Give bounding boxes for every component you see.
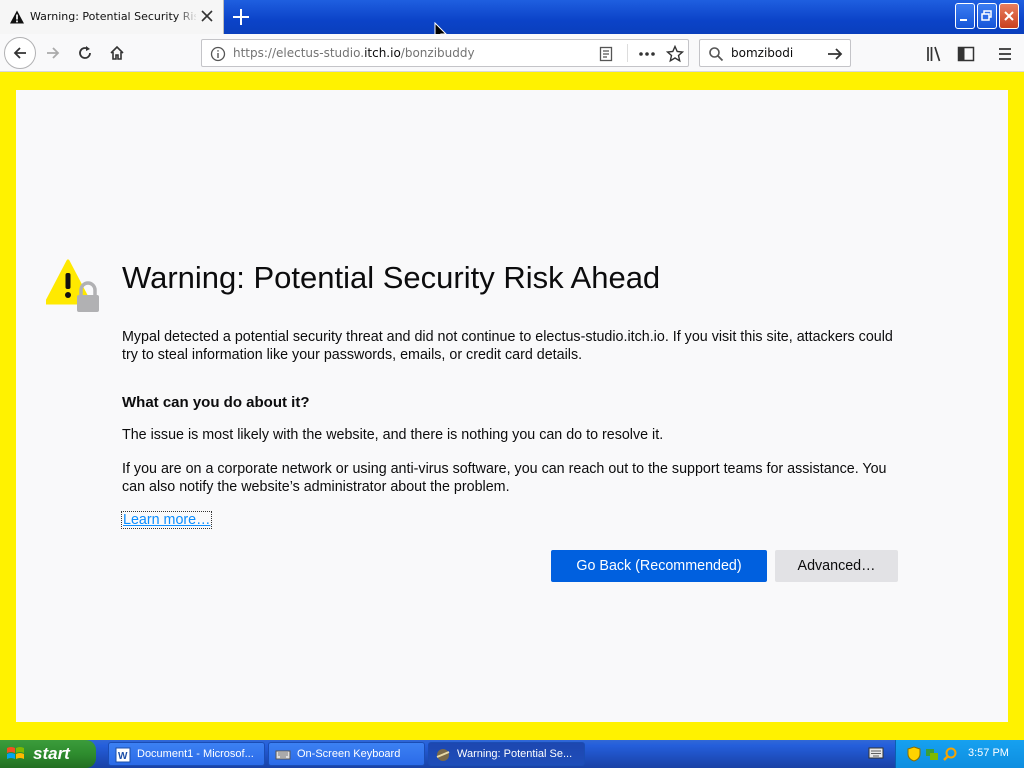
yellow-frame: Warning: Potential Security Risk Ahead M… [0, 72, 1024, 740]
sidebar-icon[interactable] [957, 45, 975, 63]
restore-button[interactable] [977, 3, 997, 29]
back-button[interactable] [4, 37, 36, 69]
close-window-button[interactable] [999, 3, 1019, 29]
tab-title: Warning: Potential Security Risk Ahead [30, 10, 196, 23]
minimize-button[interactable] [955, 3, 975, 29]
what-can-you-do-heading: What can you do about it? [122, 394, 310, 411]
warning-lock-icon [46, 259, 99, 312]
search-bar[interactable]: bomzibodi [699, 39, 851, 67]
bookmark-star-icon[interactable] [666, 45, 684, 63]
back-arrow-icon [13, 47, 26, 59]
taskbar-item-document[interactable]: W Document1 - Microsof... [108, 742, 265, 766]
security-shield-icon[interactable] [906, 746, 922, 762]
keyboard-tray-icon[interactable] [868, 746, 884, 760]
new-tab-icon[interactable] [230, 6, 252, 28]
hamburger-menu-icon[interactable] [996, 45, 1014, 63]
advanced-button[interactable]: Advanced… [775, 550, 898, 582]
url-text: https://electus-studio.itch.io/bonzibudd… [233, 46, 475, 60]
clock[interactable]: 3:57 PM [968, 747, 1009, 759]
forward-arrow-icon [47, 47, 60, 59]
library-icon[interactable] [925, 45, 943, 63]
issue-text: The issue is most likely with the websit… [122, 427, 664, 443]
search-input[interactable]: bomzibodi [731, 46, 793, 60]
tab-warning[interactable]: Warning: Potential Security Risk Ahead [0, 0, 224, 34]
learn-more-link[interactable]: Learn more… [121, 511, 213, 529]
taskbar-item-keyboard[interactable]: On-Screen Keyboard [268, 742, 425, 766]
keyboard-icon [275, 750, 291, 760]
word-icon: W [115, 747, 131, 763]
search-go-arrow-icon[interactable] [826, 46, 844, 62]
reload-button[interactable] [70, 38, 100, 68]
network-icon[interactable] [924, 746, 940, 762]
page-title: Warning: Potential Security Risk Ahead [122, 260, 661, 295]
system-tray: 3:57 PM [895, 740, 1024, 768]
close-tab-icon[interactable] [199, 8, 215, 24]
page-content: Warning: Potential Security Risk Ahead M… [16, 90, 1008, 722]
support-text: If you are on a corporate network or usi… [122, 461, 887, 495]
windows-logo-icon [7, 747, 24, 759]
warning-icon [10, 10, 24, 24]
navigation-toolbar: https://electus-studio.itch.io/bonzibudd… [0, 34, 1024, 72]
forward-button[interactable] [38, 38, 68, 68]
reload-icon [79, 46, 91, 59]
tab-strip: Warning: Potential Security Risk Ahead [0, 0, 1024, 43]
search-tray-icon[interactable] [942, 746, 958, 762]
go-back-button[interactable]: Go Back (Recommended) [551, 550, 767, 582]
start-button[interactable]: start [0, 740, 96, 768]
start-label: start [33, 744, 70, 763]
browser-icon [436, 749, 450, 761]
restore-icon [981, 10, 992, 21]
close-icon [1004, 11, 1014, 21]
intro-text: Mypal detected a potential security thre… [122, 329, 893, 363]
search-icon [709, 47, 724, 62]
page-actions-icon[interactable] [638, 46, 656, 62]
url-bar[interactable]: https://electus-studio.itch.io/bonzibudd… [201, 39, 689, 67]
home-icon [110, 45, 124, 60]
reader-view-icon[interactable] [598, 46, 614, 62]
svg-text:W: W [118, 751, 128, 762]
home-button[interactable] [102, 38, 132, 68]
taskbar-item-browser[interactable]: Warning: Potential Se... [428, 742, 585, 766]
minimize-icon [960, 19, 967, 21]
info-icon[interactable] [210, 46, 226, 62]
